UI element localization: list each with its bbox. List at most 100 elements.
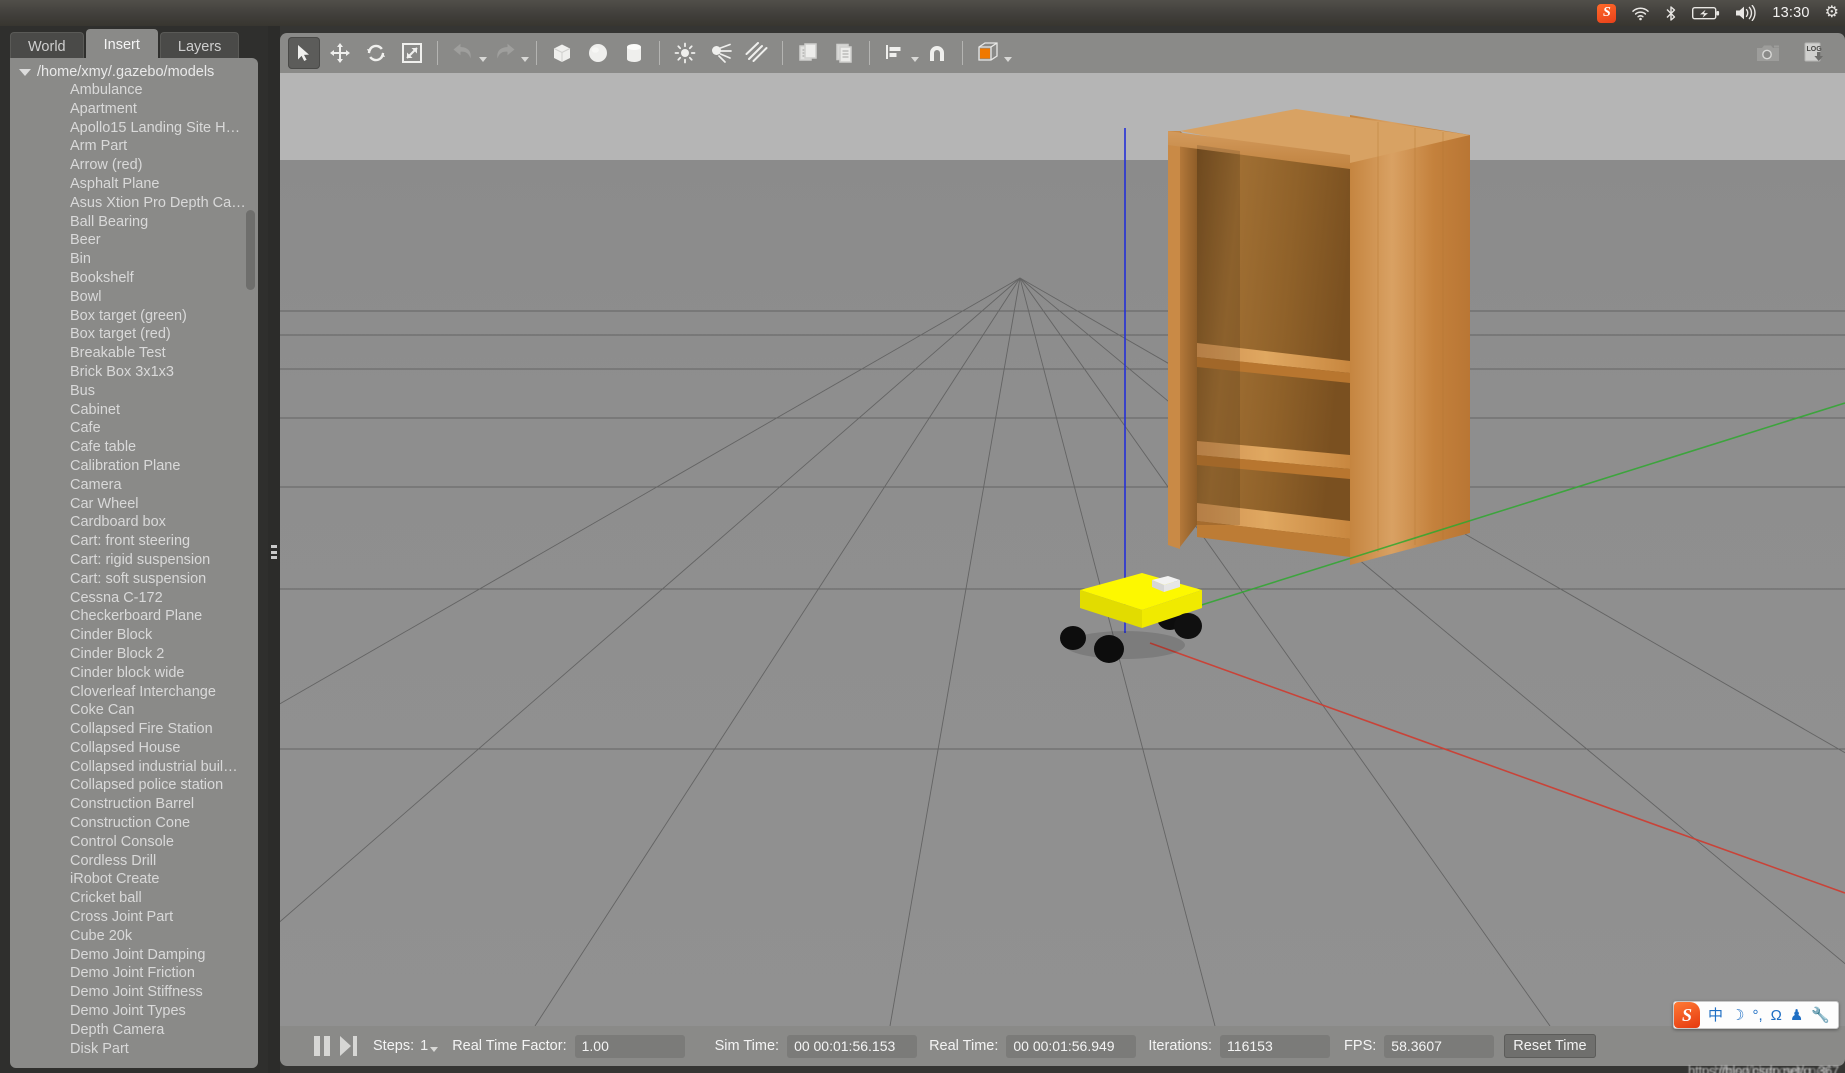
model-list-item[interactable]: Cabinet	[10, 401, 258, 420]
tab-layers[interactable]: Layers	[159, 32, 240, 60]
model-list-item[interactable]: Coke Can	[10, 701, 258, 720]
model-list-item[interactable]: Cafe table	[10, 438, 258, 457]
tab-world[interactable]: World	[10, 32, 84, 60]
3d-viewport[interactable]	[280, 73, 1845, 1026]
model-list-item[interactable]: Bin	[10, 250, 258, 269]
sogou-logo-icon[interactable]: S	[1674, 1002, 1700, 1028]
tree-root-node[interactable]: /home/xmy/.gazebo/models	[10, 63, 258, 81]
model-list-item[interactable]: Collapsed Fire Station	[10, 720, 258, 739]
model-list-item[interactable]: Cart: soft suspension	[10, 570, 258, 589]
copy-icon[interactable]	[792, 37, 824, 69]
model-list-item[interactable]: Cloverleaf Interchange	[10, 683, 258, 702]
redo-icon[interactable]	[489, 37, 521, 69]
wifi-icon[interactable]	[1631, 6, 1650, 21]
model-list-item[interactable]: Brick Box 3x1x3	[10, 363, 258, 382]
model-list-item[interactable]: Collapsed House	[10, 739, 258, 758]
model-list-item[interactable]: Beer	[10, 231, 258, 250]
model-list-item[interactable]: Box target (red)	[10, 325, 258, 344]
model-list-item[interactable]: Cinder Block 2	[10, 645, 258, 664]
view-angle-dropdown-icon[interactable]	[1004, 56, 1012, 62]
model-list-item[interactable]: Construction Cone	[10, 814, 258, 833]
model-list-item[interactable]: Bus	[10, 382, 258, 401]
model-list-item[interactable]: Bookshelf	[10, 269, 258, 288]
model-list-item[interactable]: Cessna C-172	[10, 589, 258, 608]
ime-symbol-icon[interactable]: Ω	[1771, 1008, 1782, 1023]
model-list-item[interactable]: Asus Xtion Pro Depth Ca…	[10, 194, 258, 213]
scale-mode-icon[interactable]	[396, 37, 428, 69]
model-list-item[interactable]: Ambulance	[10, 81, 258, 100]
model-list-item[interactable]: Apollo15 Landing Site H…	[10, 119, 258, 138]
model-list-item[interactable]: Arrow (red)	[10, 156, 258, 175]
model-list-item[interactable]: Cafe	[10, 419, 258, 438]
model-list-item[interactable]: Demo Joint Types	[10, 1002, 258, 1021]
model-list-item[interactable]: Cart: front steering	[10, 532, 258, 551]
model-list-item[interactable]: Bowl	[10, 288, 258, 307]
model-list-item[interactable]: Calibration Plane	[10, 457, 258, 476]
sogou-tray-icon[interactable]: S	[1597, 3, 1617, 23]
model-list-item[interactable]: Asphalt Plane	[10, 175, 258, 194]
steps-dropdown-icon[interactable]	[430, 1047, 439, 1052]
model-list-item[interactable]: Control Console	[10, 833, 258, 852]
point-light-icon[interactable]	[669, 37, 701, 69]
model-list-item[interactable]: Box target (green)	[10, 307, 258, 326]
ime-moon-icon[interactable]: ☽	[1731, 1008, 1744, 1023]
undo-icon[interactable]	[447, 37, 479, 69]
redo-dropdown-icon[interactable]	[521, 56, 529, 62]
model-list-item[interactable]: Construction Barrel	[10, 795, 258, 814]
model-list-item[interactable]: Cross Joint Part	[10, 908, 258, 927]
model-list-item[interactable]: Cube 20k	[10, 927, 258, 946]
model-list-item[interactable]: Breakable Test	[10, 344, 258, 363]
model-list[interactable]: /home/xmy/.gazebo/models Ambulance Apartm…	[10, 63, 258, 1064]
reset-time-button[interactable]: Reset Time	[1504, 1034, 1596, 1058]
system-clock[interactable]: 13:30	[1772, 5, 1809, 21]
undo-dropdown-icon[interactable]	[479, 56, 487, 62]
model-list-item[interactable]: Demo Joint Friction	[10, 964, 258, 983]
model-list-item[interactable]: Cinder block wide	[10, 664, 258, 683]
model-list-item[interactable]: Collapsed police station	[10, 776, 258, 795]
ime-punctuation-icon[interactable]: °,	[1752, 1008, 1762, 1023]
snap-icon[interactable]	[921, 37, 953, 69]
pause-icon[interactable]	[314, 1036, 330, 1056]
model-list-item[interactable]: Cinder Block	[10, 626, 258, 645]
volume-icon[interactable]	[1735, 5, 1757, 21]
model-list-item[interactable]: Car Wheel	[10, 495, 258, 514]
steps-value[interactable]: 1	[420, 1038, 428, 1054]
model-list-item[interactable]: Apartment	[10, 100, 258, 119]
align-icon[interactable]	[879, 37, 911, 69]
model-list-item[interactable]: Cardboard box	[10, 513, 258, 532]
sphere-shape-icon[interactable]	[582, 37, 614, 69]
model-list-item[interactable]: Depth Camera	[10, 1021, 258, 1040]
view-angle-icon[interactable]	[972, 37, 1004, 69]
align-dropdown-icon[interactable]	[911, 56, 919, 62]
model-list-item[interactable]: Cart: rigid suspension	[10, 551, 258, 570]
ime-skin-icon[interactable]: ♟	[1790, 1008, 1803, 1023]
model-list-item[interactable]: Cordless Drill	[10, 852, 258, 871]
model-list-item[interactable]: iRobot Create	[10, 870, 258, 889]
translate-mode-icon[interactable]	[324, 37, 356, 69]
battery-icon[interactable]	[1692, 6, 1720, 21]
model-list-item[interactable]: Demo Joint Stiffness	[10, 983, 258, 1002]
model-list-item[interactable]: Cricket ball	[10, 889, 258, 908]
panel-splitter[interactable]	[268, 26, 280, 1073]
ime-chinese-mode-icon[interactable]: 中	[1708, 1008, 1723, 1023]
splitter-grip-icon[interactable]	[271, 545, 277, 559]
model-list-item[interactable]: Checkerboard Plane	[10, 607, 258, 626]
screenshot-camera-icon[interactable]	[1753, 37, 1785, 69]
gear-icon[interactable]: ⚙	[1825, 5, 1839, 21]
paste-icon[interactable]	[828, 37, 860, 69]
model-list-item[interactable]: Collapsed industrial buil…	[10, 758, 258, 777]
ime-settings-wrench-icon[interactable]: 🔧	[1811, 1008, 1830, 1023]
model-list-item[interactable]: Demo Joint Damping	[10, 946, 258, 965]
chevron-down-icon[interactable]	[19, 68, 31, 76]
rotate-mode-icon[interactable]	[360, 37, 392, 69]
model-list-item[interactable]: Ball Bearing	[10, 213, 258, 232]
model-list-item[interactable]: Arm Part	[10, 137, 258, 156]
spot-light-icon[interactable]	[705, 37, 737, 69]
bluetooth-icon[interactable]	[1665, 5, 1677, 22]
cylinder-shape-icon[interactable]	[618, 37, 650, 69]
log-record-icon[interactable]: LOG	[1799, 37, 1831, 69]
select-mode-icon[interactable]	[288, 37, 320, 69]
model-list-item[interactable]: Camera	[10, 476, 258, 495]
sogou-ime-toolbar[interactable]: S 中 ☽ °, Ω ♟ 🔧	[1673, 1001, 1839, 1029]
model-list-scrollbar-thumb[interactable]	[246, 210, 255, 290]
